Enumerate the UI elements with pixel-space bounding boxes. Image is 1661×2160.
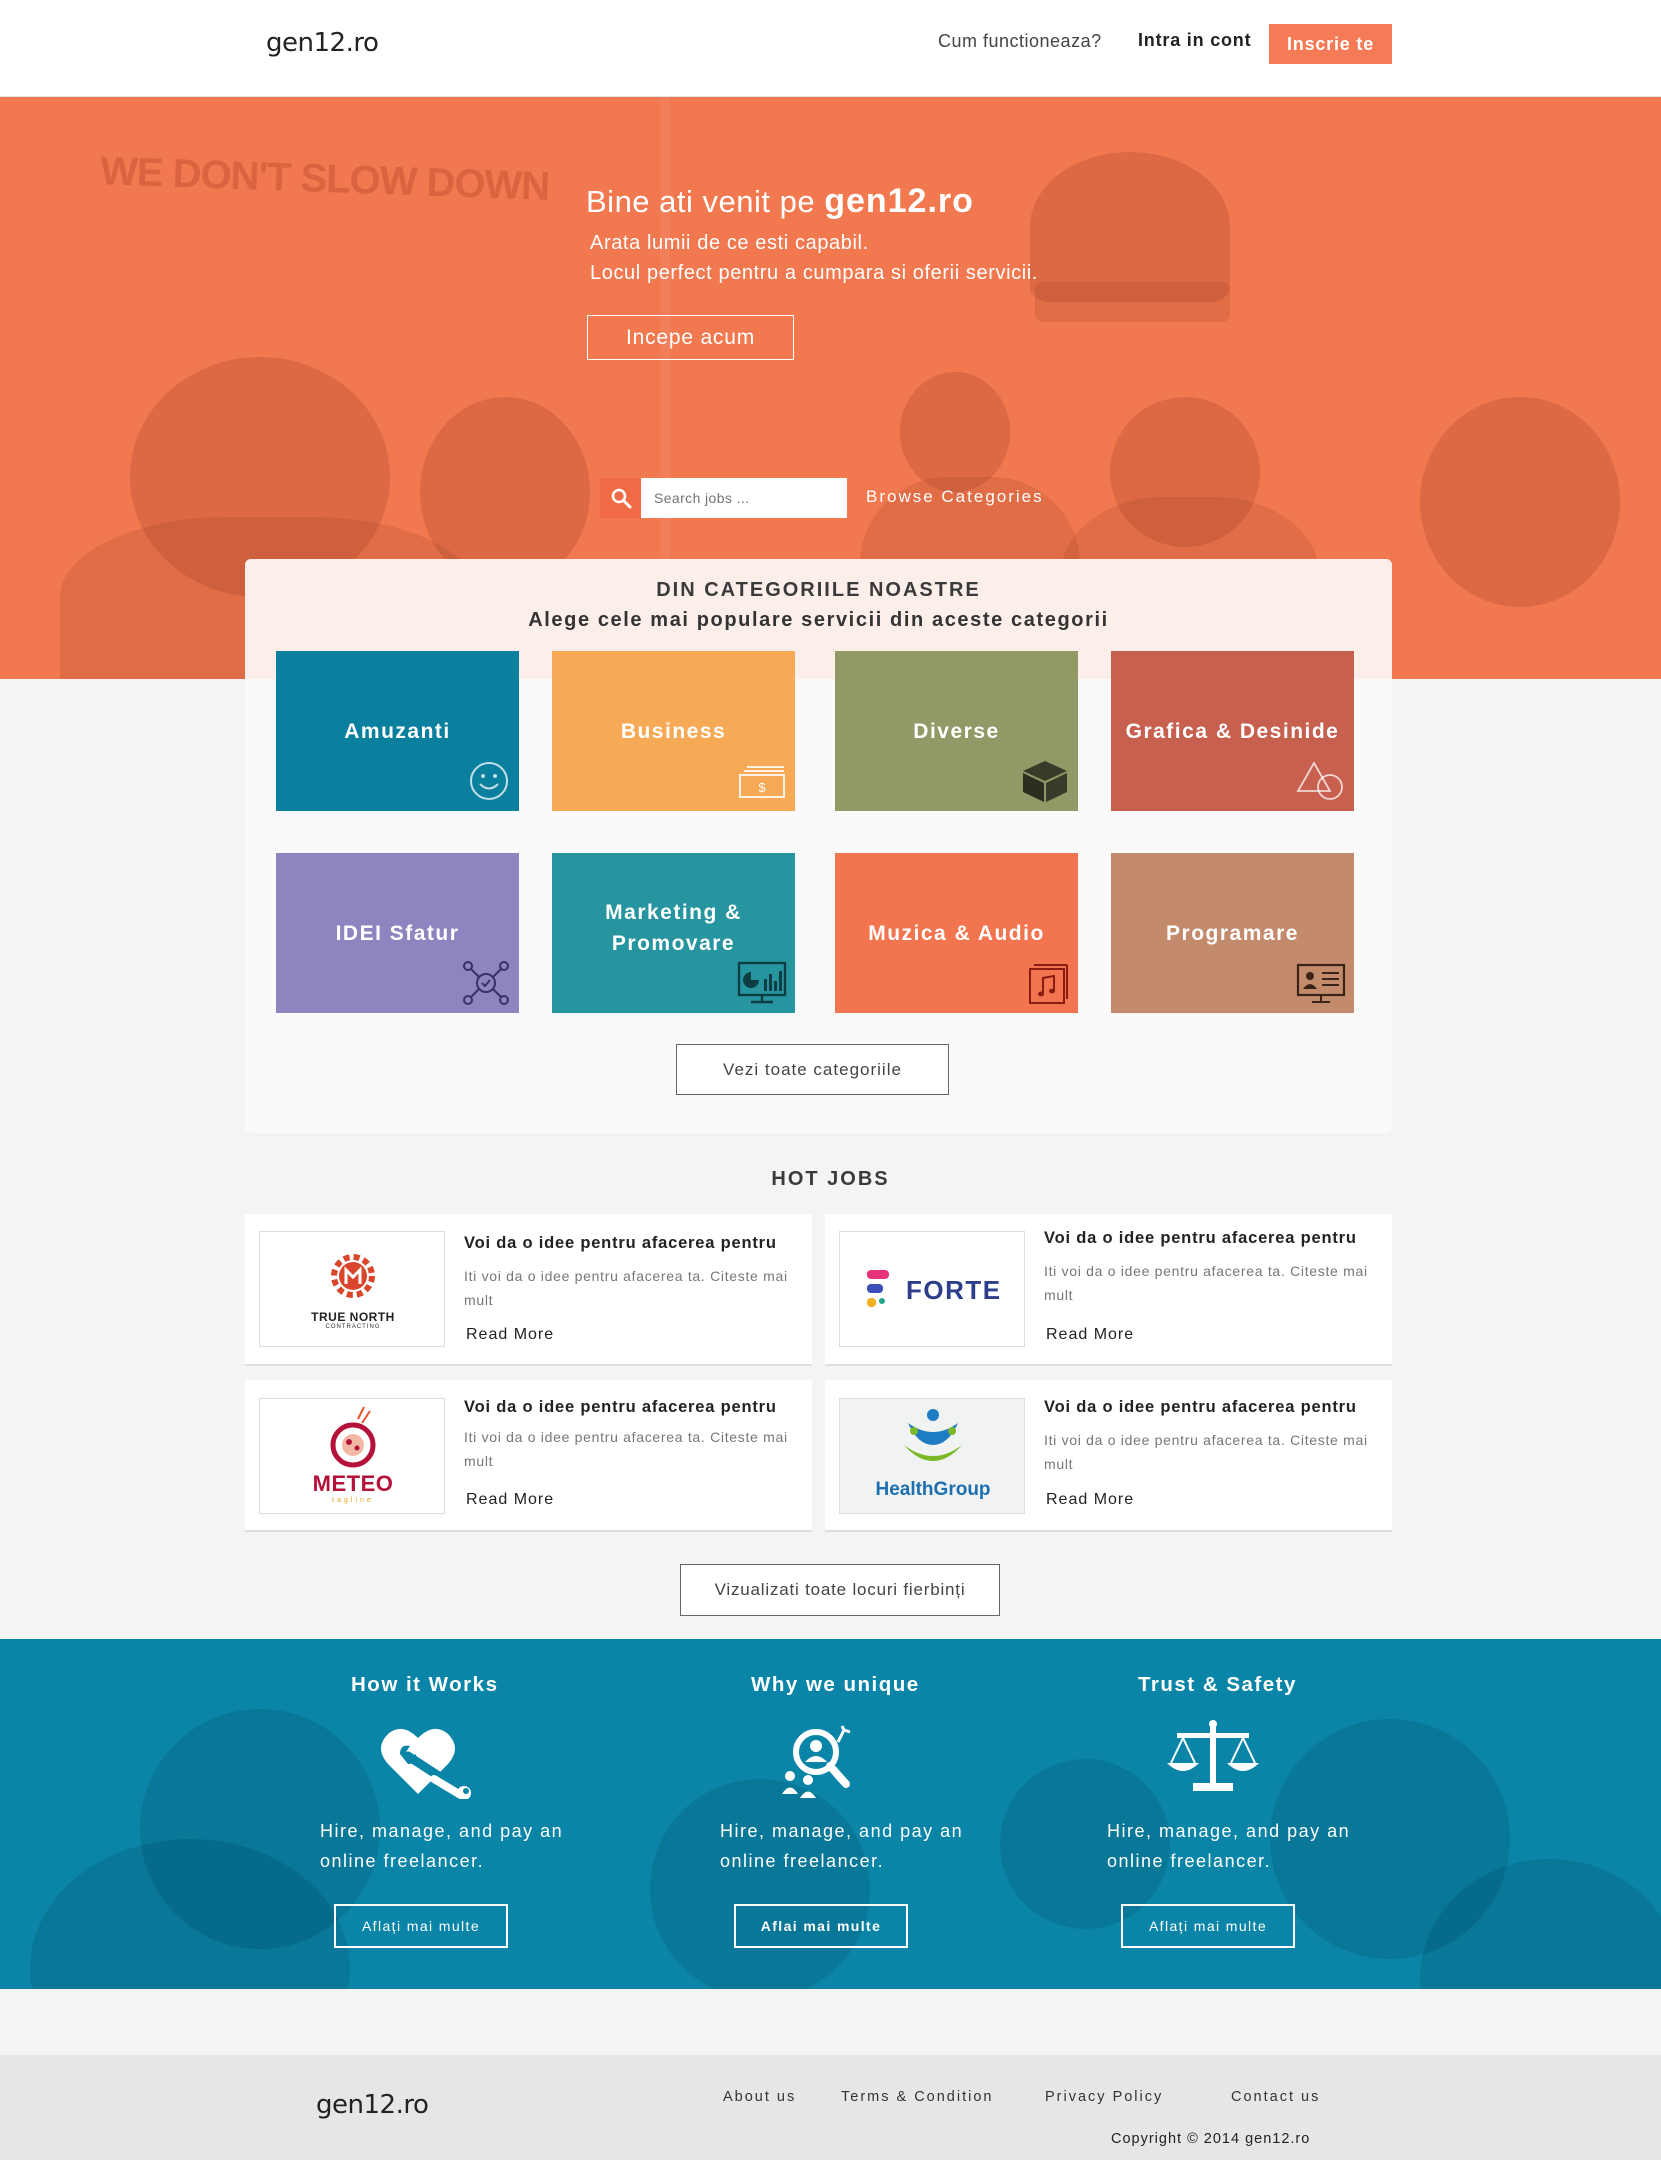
network-icon: [463, 961, 509, 1005]
job-title[interactable]: Voi da o idee pentru afacerea pentru: [464, 1398, 777, 1417]
feature-title: How it Works: [351, 1673, 499, 1696]
nav-login-link[interactable]: Intra in cont: [1138, 30, 1251, 51]
job-logo-healthgroup: HealthGroup: [839, 1398, 1025, 1514]
people-search-icon: [782, 1725, 851, 1798]
job-description: Iti voi da o idee pentru afacerea ta. Ci…: [1044, 1263, 1368, 1303]
read-more-link[interactable]: Read More: [466, 1491, 554, 1509]
categories-subtitle: Alege cele mai populare servicii din ace…: [528, 609, 1109, 631]
people-logo-icon: [904, 1409, 962, 1461]
site-logo[interactable]: gen12.ro: [266, 28, 379, 58]
job-title[interactable]: Voi da o idee pentru afacerea pentru: [464, 1234, 777, 1253]
see-all-categories-button[interactable]: Vezi toate categoriile: [676, 1044, 949, 1095]
search-icon: [611, 488, 631, 509]
learn-more-button[interactable]: Aflați mai multe: [1121, 1904, 1295, 1948]
job-logo-text: FORTE: [906, 1275, 1002, 1305]
nav-how-it-works-link[interactable]: Cum functioneaza?: [938, 31, 1102, 52]
job-logo-text: TRUE NORTH: [311, 1310, 395, 1324]
box-icon: [1023, 761, 1067, 802]
feature-description: Hire, manage, and pay an online freelanc…: [1107, 1821, 1351, 1871]
hero-title: Bine ati venit pe gen12.ro: [586, 182, 974, 221]
gear-logo-icon: [331, 1254, 375, 1298]
category-tile-marketing[interactable]: Marketing & Promovare: [552, 853, 795, 1013]
footer-link-privacy[interactable]: Privacy Policy: [1045, 2089, 1163, 2105]
category-tile-diverse[interactable]: Diverse: [835, 651, 1078, 811]
learn-more-button[interactable]: Aflai mai multe: [734, 1904, 908, 1948]
read-more-link[interactable]: Read More: [1046, 1326, 1134, 1344]
browse-categories-link[interactable]: Browse Categories: [866, 487, 1044, 507]
job-logo-meteo: METEO tagline: [259, 1398, 445, 1514]
category-tile-amuzanti[interactable]: Amuzanti: [276, 651, 519, 811]
site-header: gen12.ro Cum functioneaza? Intra in cont…: [0, 0, 1661, 97]
job-logo-subtext: CONTRACTING: [325, 1324, 381, 1330]
copyright-text: Copyright © 2014 gen12.ro: [1111, 2131, 1311, 2147]
category-tile-programare[interactable]: Programare: [1111, 853, 1354, 1013]
job-description: Iti voi da o idee pentru afacerea ta. Ci…: [464, 1268, 788, 1308]
svg-text:$: $: [758, 780, 766, 795]
job-logo-text: HealthGroup: [875, 1479, 991, 1500]
category-tile-idei-sfatur[interactable]: IDEI Sfatur: [276, 853, 519, 1013]
footer-logo[interactable]: gen12.ro: [316, 2090, 429, 2120]
scales-icon: [1167, 1720, 1259, 1791]
read-more-link[interactable]: Read More: [1046, 1491, 1134, 1509]
analytics-monitor-icon: [737, 961, 787, 1004]
learn-more-button[interactable]: Aflați mai multe: [334, 1904, 508, 1948]
music-note-icon: [1029, 964, 1068, 1004]
search-button[interactable]: [600, 478, 641, 518]
category-tile-grafica[interactable]: Grafica & Desinide: [1111, 651, 1354, 811]
footer-link-contact[interactable]: Contact us: [1231, 2089, 1320, 2105]
shapes-icon: [1296, 761, 1343, 800]
footer-link-terms[interactable]: Terms & Condition: [841, 2089, 993, 2105]
hero-tagline-2: Locul perfect pentru a cumpara si oferii…: [590, 262, 1038, 284]
footer-link-about[interactable]: About us: [723, 2089, 796, 2105]
job-description: Iti voi da o idee pentru afacerea ta. Ci…: [1044, 1432, 1368, 1472]
job-card[interactable]: TRUE NORTH CONTRACTING Voi da o idee pen…: [245, 1214, 812, 1366]
job-logo-true-north: TRUE NORTH CONTRACTING: [259, 1231, 445, 1347]
job-card[interactable]: FORTE Voi da o idee pentru afacerea pent…: [825, 1214, 1392, 1366]
signup-button[interactable]: Inscrie te: [1269, 24, 1392, 64]
job-title[interactable]: Voi da o idee pentru afacerea pentru: [1044, 1398, 1357, 1417]
job-description: Iti voi da o idee pentru afacerea ta. Ci…: [464, 1429, 788, 1469]
heart-wrench-icon: [381, 1728, 471, 1799]
read-more-link[interactable]: Read More: [466, 1326, 554, 1344]
hero-tagline-1: Arata lumii de ce esti capabil.: [590, 232, 869, 254]
categories-title: DIN CATEGORIILE NOASTRE: [656, 579, 981, 601]
category-tile-muzica[interactable]: Muzica & Audio: [835, 853, 1078, 1013]
job-logo-forte: FORTE: [839, 1231, 1025, 1347]
job-title[interactable]: Voi da o idee pentru afacerea pentru: [1044, 1229, 1357, 1248]
id-card-icon: [1296, 963, 1346, 1003]
get-started-button[interactable]: Incepe acum: [587, 315, 794, 360]
smiley-icon: [470, 762, 508, 800]
hero-title-prefix: Bine ati venit pe: [586, 184, 825, 219]
features-section: How it Works Hire, manage, and pay an on…: [0, 1639, 1661, 1989]
site-footer: gen12.ro About us Terms & Condition Priv…: [0, 2055, 1661, 2160]
meteor-logo-icon: [330, 1406, 376, 1468]
job-card[interactable]: HealthGroup Voi da o idee pentru afacere…: [825, 1380, 1392, 1532]
category-tile-business[interactable]: Business $: [552, 651, 795, 811]
job-logo-text: METEO: [312, 1471, 394, 1496]
forte-logo-icon: [867, 1270, 889, 1307]
hero-background-slogan: WE DON'T SLOW DOWN: [99, 149, 550, 209]
feature-title: Trust & Safety: [1138, 1673, 1297, 1696]
job-logo-subtext: tagline: [332, 1497, 374, 1504]
hot-jobs-title: HOT JOBS: [771, 1168, 890, 1190]
feature-description: Hire, manage, and pay an online freelanc…: [720, 1821, 964, 1871]
job-card[interactable]: METEO tagline Voi da o idee pentru aface…: [245, 1380, 812, 1532]
money-icon: $: [739, 766, 785, 798]
feature-description: Hire, manage, and pay an online freelanc…: [320, 1821, 564, 1871]
hero-title-brand: gen12.ro: [824, 182, 974, 220]
search-jobs-input[interactable]: [641, 478, 847, 518]
feature-title: Why we unique: [751, 1673, 920, 1696]
see-all-hot-jobs-button[interactable]: Vizualizati toate locuri fierbinți: [680, 1564, 1000, 1616]
